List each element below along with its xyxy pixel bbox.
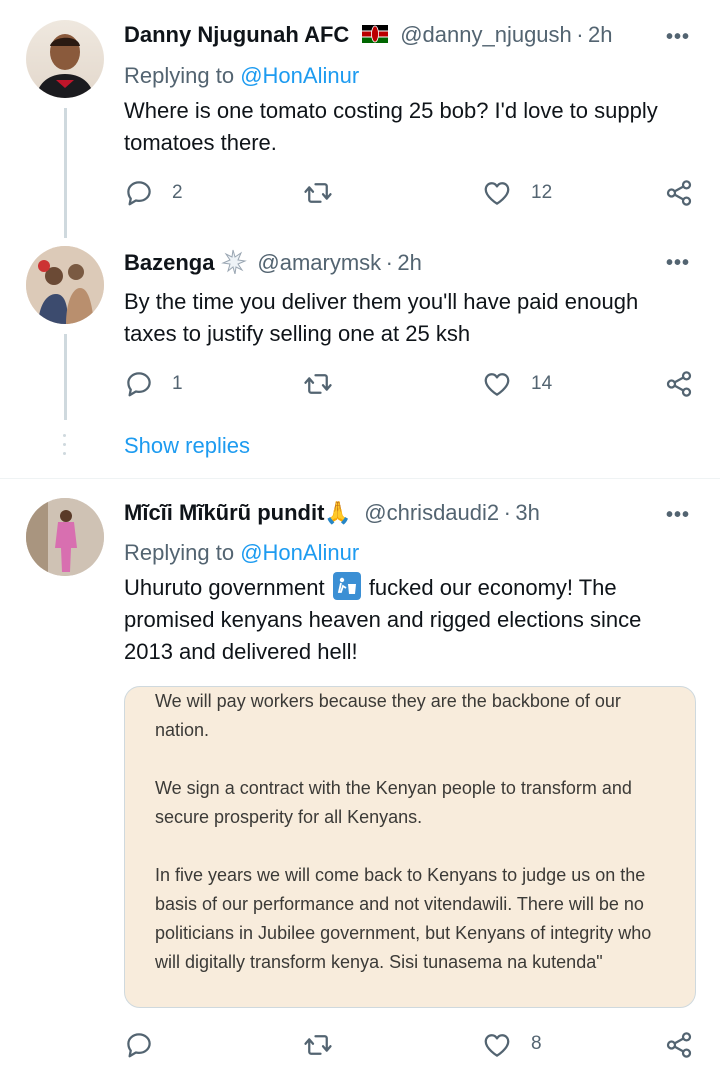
tweet-text: Uhuruto government fucked our economy! T… — [124, 572, 694, 668]
more-icon[interactable]: ••• — [666, 252, 690, 275]
tweet-header: Mĩcĩi Mĩkũrũ pundit🙏 @chrisdaudi2 · 3h — [124, 500, 540, 526]
tweet-text: Where is one tomato costing 25 bob? I'd … — [124, 98, 658, 155]
share-button[interactable] — [664, 369, 694, 404]
display-name[interactable]: Danny Njugunah AFC — [124, 22, 349, 47]
share-icon — [664, 369, 694, 399]
like-button[interactable] — [482, 369, 512, 404]
timestamp[interactable]: 2h — [397, 250, 421, 275]
more-icon[interactable]: ••• — [666, 26, 690, 49]
tweet-header: Danny Njugunah AFC @danny_njugush · 2h — [124, 22, 613, 48]
reply-button[interactable] — [124, 369, 154, 404]
timestamp[interactable]: 2h — [588, 22, 612, 47]
thread-line — [64, 334, 67, 420]
image-paragraph: In five years we will come back to Kenya… — [155, 865, 652, 972]
like-count: 8 — [531, 1033, 542, 1054]
avatar[interactable] — [26, 498, 104, 576]
like-icon — [482, 1030, 512, 1060]
separator: · — [576, 22, 584, 47]
tweet-header: Bazenga @amarymsk · 2h — [124, 248, 422, 276]
replying-to: Replying to @HonAlinur — [124, 540, 359, 566]
replying-to-label: Replying to — [124, 540, 235, 565]
retweet-icon — [302, 369, 334, 399]
share-icon — [664, 1030, 694, 1060]
retweet-button[interactable] — [302, 178, 334, 213]
display-name[interactable]: Bazenga — [124, 250, 214, 275]
timestamp[interactable]: 3h — [515, 500, 539, 525]
trash-icon — [332, 572, 361, 600]
image-paragraph: We sign a contract with the Kenyan peopl… — [155, 778, 632, 827]
kenya-flag-icon — [361, 25, 388, 43]
reply-button[interactable] — [124, 178, 154, 213]
replying-to-label: Replying to — [124, 63, 235, 88]
separator: · — [385, 250, 393, 275]
reply-button[interactable] — [124, 1030, 154, 1065]
reply-icon — [124, 369, 154, 399]
reply-icon — [124, 1030, 154, 1060]
reply-count: 1 — [172, 373, 183, 394]
thread-dots — [63, 434, 66, 455]
user-handle[interactable]: @chrisdaudi2 — [364, 500, 499, 525]
avatar[interactable] — [26, 20, 104, 98]
divider — [0, 478, 720, 479]
share-button[interactable] — [664, 178, 694, 213]
retweet-icon — [302, 1030, 334, 1060]
reply-icon — [124, 178, 154, 208]
tweet-text-part: Uhuruto government — [124, 575, 325, 600]
share-button[interactable] — [664, 1030, 694, 1065]
retweet-button[interactable] — [302, 1030, 334, 1065]
share-icon — [664, 178, 694, 208]
thread-line — [64, 108, 67, 238]
user-handle[interactable]: @danny_njugush — [400, 22, 572, 47]
retweet-icon — [302, 178, 334, 208]
replying-to: Replying to @HonAlinur — [124, 63, 359, 89]
like-icon — [482, 369, 512, 399]
like-button[interactable] — [482, 178, 512, 213]
sparkle-icon — [219, 248, 247, 275]
like-count: 12 — [531, 182, 553, 203]
reply-count: 2 — [172, 182, 183, 203]
avatar[interactable] — [26, 246, 104, 324]
like-count: 14 — [531, 373, 553, 394]
retweet-button[interactable] — [302, 369, 334, 404]
replying-to-handle[interactable]: @HonAlinur — [240, 540, 359, 565]
like-button[interactable] — [482, 1030, 512, 1065]
more-icon[interactable]: ••• — [666, 504, 690, 527]
separator: · — [503, 500, 511, 525]
like-icon — [482, 178, 512, 208]
replying-to-handle[interactable]: @HonAlinur — [240, 63, 359, 88]
show-replies-link[interactable]: Show replies — [124, 433, 250, 459]
user-handle[interactable]: @amarymsk — [257, 250, 381, 275]
image-paragraph: We will pay workers because they are the… — [155, 691, 621, 740]
tweet-text: By the time you deliver them you'll have… — [124, 289, 639, 346]
display-name[interactable]: Mĩcĩi Mĩkũrũ pundit🙏 — [124, 500, 352, 525]
attached-image[interactable]: We will pay workers because they are the… — [124, 686, 696, 1008]
